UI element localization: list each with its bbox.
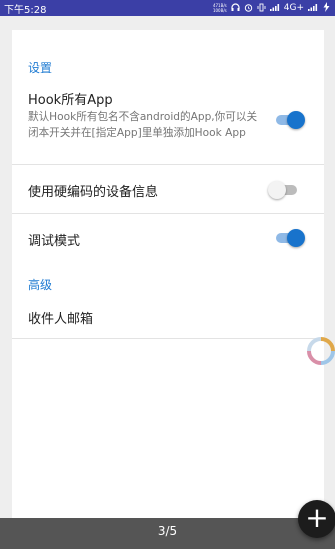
debug-mode-switch[interactable] xyxy=(274,228,305,248)
status-bar: 下午5:28 471B/s 100B/s 4G+ xyxy=(0,0,335,16)
pref-hardcoded-device-title: 使用硬编码的设备信息 xyxy=(28,185,159,200)
loading-spinner-icon xyxy=(306,336,335,366)
add-button[interactable]: + xyxy=(298,500,335,538)
section-header-settings: 设置 xyxy=(28,61,53,75)
switch-thumb xyxy=(287,229,305,247)
pager-bar: 3/5 xyxy=(0,518,335,549)
plus-icon: + xyxy=(305,501,329,534)
signal-icon xyxy=(269,3,280,13)
status-time: 下午5:28 xyxy=(4,4,47,16)
section-header-advanced: 高级 xyxy=(28,278,53,292)
pref-debug-mode-title: 调试模式 xyxy=(28,234,81,249)
switch-thumb xyxy=(268,181,286,199)
signal-icon-2 xyxy=(308,3,318,13)
hook-all-switch[interactable] xyxy=(274,110,305,130)
divider xyxy=(12,338,324,339)
switch-thumb xyxy=(287,111,305,129)
divider xyxy=(12,164,324,165)
headphones-icon xyxy=(231,2,240,14)
battery-icon xyxy=(322,2,331,14)
network-speed-down: 100B/s xyxy=(212,8,227,13)
network-speed: 471B/s 100B/s xyxy=(213,3,227,13)
hardcoded-device-switch[interactable] xyxy=(268,180,299,200)
page-counter: 3/5 xyxy=(157,524,178,538)
pref-hook-all-summary: 默认Hook所有包名不含android的App,你可以关闭本开关并在[指定App… xyxy=(28,111,258,139)
vibrate-icon xyxy=(257,3,266,14)
pref-hook-all-title: Hook所有App xyxy=(28,93,113,108)
divider xyxy=(12,213,324,214)
settings-card: 设置 Hook所有App 默认Hook所有包名不含android的App,你可以… xyxy=(12,30,324,530)
status-icons: 471B/s 100B/s 4G+ xyxy=(213,2,331,14)
network-type: 4G+ xyxy=(283,3,304,13)
pref-recipient-email-title: 收件人邮箱 xyxy=(28,312,94,327)
alarm-icon xyxy=(244,3,253,14)
